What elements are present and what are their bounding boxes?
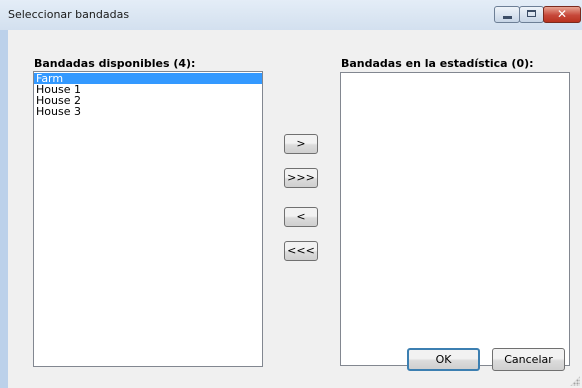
available-items-container: Farm House 1 House 2 House 3 — [34, 72, 262, 117]
maximize-icon — [527, 10, 536, 17]
list-item[interactable]: House 3 — [34, 106, 262, 117]
remove-selected-button[interactable]: < — [284, 207, 318, 227]
remove-all-button[interactable]: <<< — [284, 241, 318, 261]
available-flocks-label: Bandadas disponibles (4): — [34, 57, 196, 70]
minimize-button[interactable] — [494, 6, 520, 23]
available-flocks-list[interactable]: Farm House 1 House 2 House 3 — [33, 71, 263, 367]
minimize-icon — [503, 16, 512, 19]
statistic-items-container — [341, 73, 569, 74]
title-bar[interactable]: Seleccionar bandadas ✕ — [0, 0, 582, 30]
statistic-flocks-list[interactable] — [340, 72, 570, 366]
window-title: Seleccionar bandadas — [8, 8, 130, 21]
move-all-button[interactable]: >>> — [284, 168, 318, 188]
maximize-button[interactable] — [519, 6, 544, 23]
statistic-flocks-label: Bandadas en la estadística (0): — [341, 57, 534, 70]
move-selected-button[interactable]: > — [284, 134, 318, 154]
ok-button[interactable]: OK — [407, 348, 480, 371]
dialog-body: Bandadas disponibles (4): Farm House 1 Hou… — [8, 30, 582, 388]
close-icon: ✕ — [556, 7, 568, 21]
cancel-button[interactable]: Cancelar — [492, 348, 565, 371]
resize-grip-icon[interactable] — [570, 376, 580, 386]
close-button[interactable]: ✕ — [543, 6, 581, 23]
dialog-window: Seleccionar bandadas ✕ Bandadas disponib… — [0, 0, 582, 388]
